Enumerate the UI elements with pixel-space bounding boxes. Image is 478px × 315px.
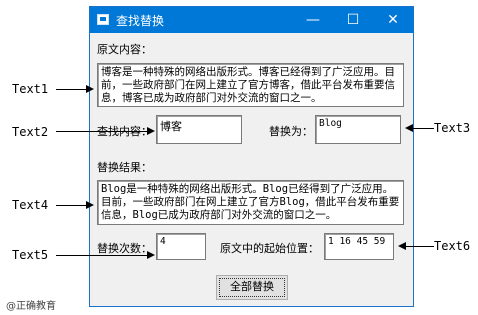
result-label: 替换结果：	[97, 161, 152, 174]
callout-text1: Text1	[12, 82, 49, 96]
callout-text2-line	[56, 131, 148, 132]
callout-text3-line	[412, 128, 434, 129]
minimize-button[interactable]: —	[293, 7, 333, 33]
app-icon	[97, 14, 109, 25]
callout-text2: Text2	[12, 125, 49, 139]
callout-text6-line	[405, 246, 434, 247]
close-button[interactable]: ✕	[373, 7, 413, 33]
title-bar[interactable]: 查找替换 — ☐ ✕	[90, 7, 413, 33]
text4-result-textbox[interactable]: Blog是一种特殊的网络出版形式。Blog已经得到了广泛应用。目前，一些政府部门…	[97, 180, 404, 225]
callout-text5-arrow	[147, 251, 155, 259]
watermark: @正确教育	[6, 301, 56, 312]
text1-original-textbox[interactable]: 博客是一种特殊的网络出版形式。博客已经得到了广泛应用。目前，一些政府部门在网上建…	[97, 63, 404, 107]
callout-text4: Text4	[12, 198, 49, 212]
callout-text5: Text5	[12, 248, 49, 262]
replace-label: 替换为：	[269, 125, 313, 138]
positions-label: 原文中的起始位置：	[220, 242, 319, 255]
original-label: 原文内容：	[97, 43, 152, 56]
callout-text1-arrow	[86, 85, 94, 93]
callout-text6: Text6	[434, 239, 471, 253]
count-label: 替换次数：	[97, 242, 152, 255]
replace-all-button[interactable]: 全部替换	[216, 275, 288, 300]
text3-replace-input[interactable]: Blog	[315, 115, 401, 144]
callout-text4-arrow	[86, 201, 94, 209]
maximize-button[interactable]: ☐	[333, 7, 373, 33]
text2-find-input[interactable]: 博客	[156, 115, 242, 144]
callout-text3: Text3	[434, 121, 471, 135]
find-replace-window: 查找替换 — ☐ ✕ 原文内容： 博客是一种特殊的网络出版形式。博客已经得到了广…	[89, 6, 414, 307]
text5-count-box[interactable]: 4	[156, 233, 206, 260]
callout-text1-line	[56, 89, 88, 90]
window-title: 查找替换	[116, 14, 165, 28]
callout-text4-line	[56, 205, 88, 206]
callout-text5-line	[56, 255, 148, 256]
callout-text2-arrow	[147, 127, 155, 135]
text6-positions-box[interactable]: 1 16 45 59	[324, 233, 394, 260]
